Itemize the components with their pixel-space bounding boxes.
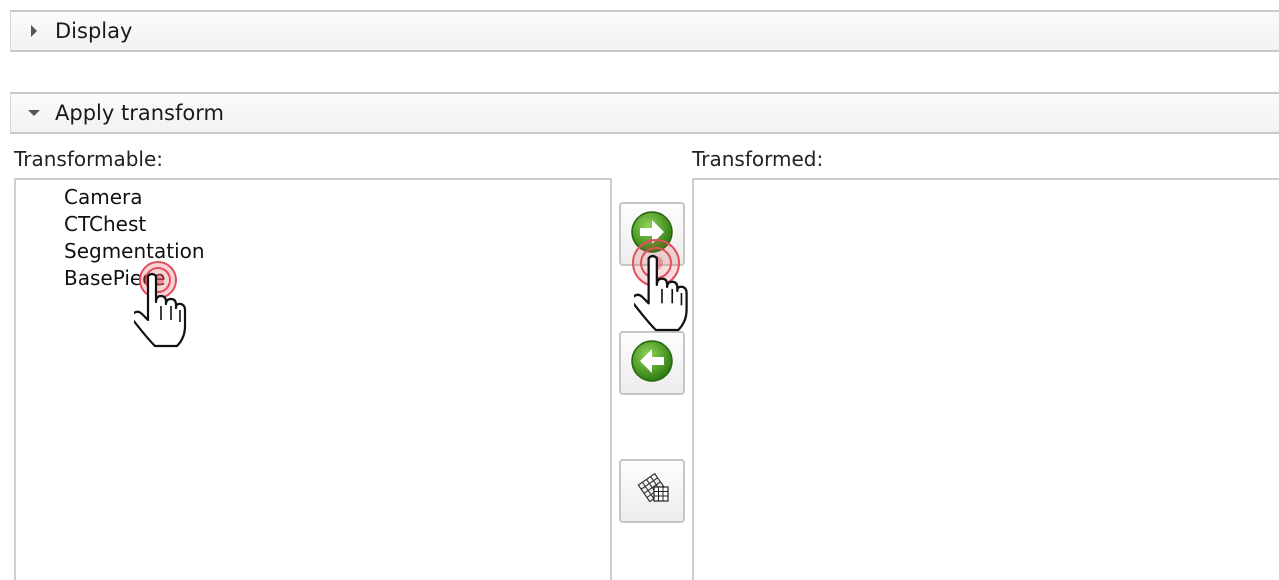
transformable-label: Transformable: [14, 147, 164, 171]
apply-transform-section-label: Apply transform [55, 101, 224, 125]
harden-transform-button[interactable] [619, 459, 685, 523]
module-panel: Display Apply transform Transformable: T… [0, 0, 1279, 580]
list-item-basepiece[interactable]: BasePiece [64, 265, 165, 292]
list-item-camera[interactable]: Camera [64, 184, 143, 211]
transform-selected-button[interactable] [619, 202, 685, 266]
transformed-list[interactable] [692, 178, 1279, 580]
grid-matrix-icon [634, 472, 670, 509]
apply-transform-section-header[interactable]: Apply transform [10, 92, 1279, 134]
green-right-arrow-icon [630, 210, 674, 258]
display-section-label: Display [55, 19, 133, 43]
list-item-ctchest[interactable]: CTChest [64, 211, 146, 238]
untransform-selected-button[interactable] [619, 331, 685, 395]
transformable-list[interactable]: Camera CTChest Segmentation BasePiece [14, 178, 612, 580]
collapsed-arrow-icon [27, 24, 41, 38]
expanded-arrow-icon [27, 106, 41, 120]
green-left-arrow-icon [630, 339, 674, 387]
list-item-segmentation[interactable]: Segmentation [64, 238, 205, 265]
display-section-header[interactable]: Display [10, 10, 1279, 52]
transformed-label: Transformed: [692, 147, 824, 171]
